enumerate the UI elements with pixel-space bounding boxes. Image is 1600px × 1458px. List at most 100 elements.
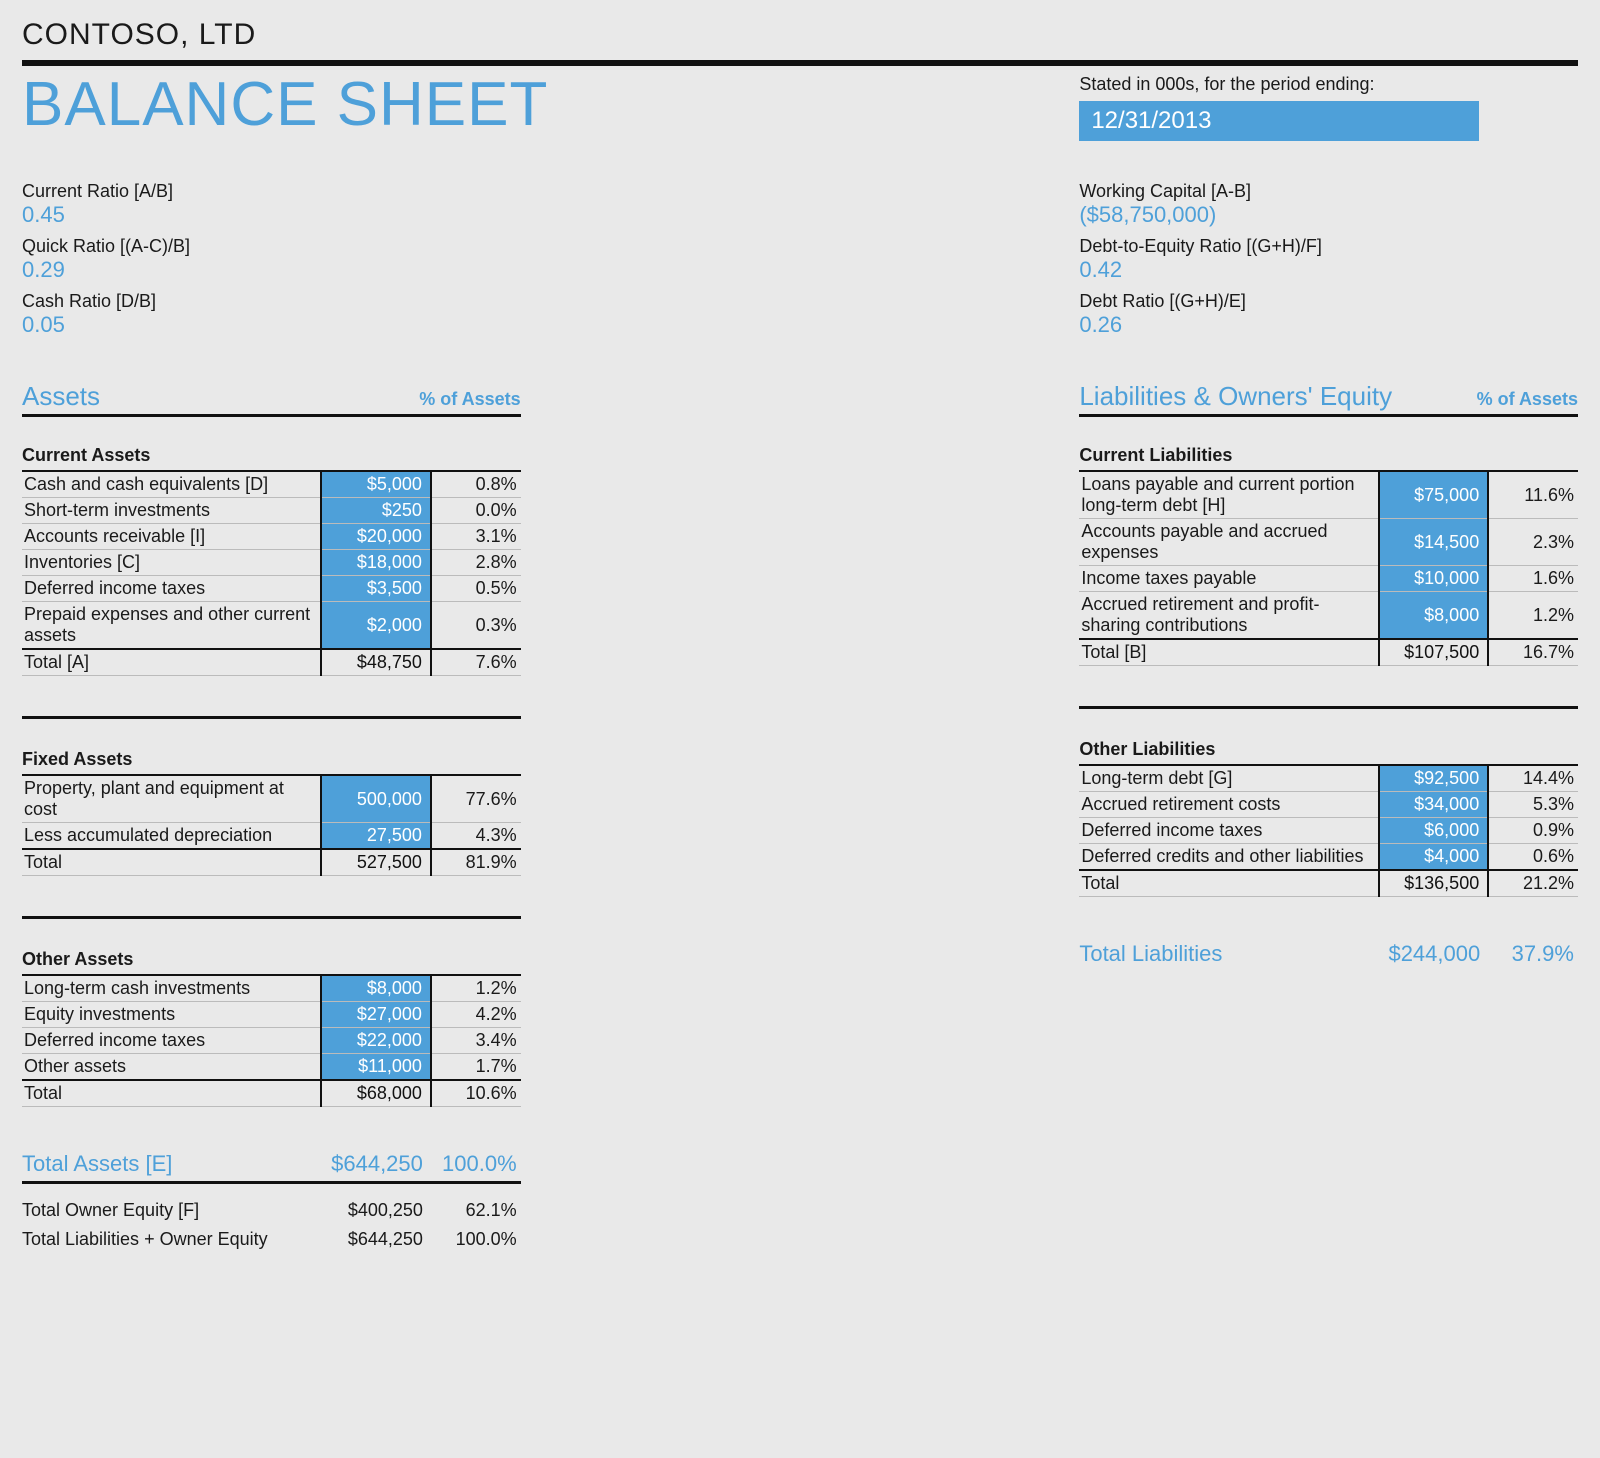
row-pct: 0.3%	[431, 602, 521, 650]
total-label: Total	[1079, 870, 1378, 897]
group-heading-pct	[431, 943, 521, 975]
row-value[interactable]: $34,000	[1379, 792, 1489, 818]
group-heading-val	[1379, 439, 1489, 471]
row-label: Long-term debt [G]	[1079, 765, 1378, 792]
row-pct: 4.3%	[431, 823, 521, 850]
row-value[interactable]: $14,500	[1379, 519, 1489, 566]
row-value[interactable]: $92,500	[1379, 765, 1489, 792]
ratio-value: 0.26	[1079, 312, 1578, 338]
row-pct: 77.6%	[431, 775, 521, 823]
row-pct: 1.2%	[1488, 592, 1578, 640]
row-label: Cash and cash equivalents [D]	[22, 471, 321, 498]
ratio-label: Cash Ratio [D/B]	[22, 291, 521, 312]
liab-plus-equity-pct: 100.0%	[431, 1229, 521, 1250]
row-value[interactable]: $3,500	[321, 576, 431, 602]
fin-table: Current LiabilitiesLoans payable and cur…	[1079, 439, 1578, 666]
row-value[interactable]: $2,000	[321, 602, 431, 650]
row-value[interactable]: $11,000	[321, 1054, 431, 1081]
row-label: Prepaid expenses and other current asset…	[22, 602, 321, 650]
header-rule	[22, 60, 1578, 66]
group-heading-pct	[1488, 733, 1578, 765]
row-label: Deferred income taxes	[22, 1028, 321, 1054]
total-assets-pct: 100.0%	[431, 1151, 521, 1177]
owner-equity-pct: 62.1%	[431, 1200, 521, 1221]
group-heading: Fixed Assets	[22, 743, 321, 775]
group-heading-val	[321, 943, 431, 975]
row-label: Long-term cash investments	[22, 975, 321, 1002]
ratio-value: 0.45	[22, 202, 521, 228]
table-row: Accounts payable and accrued expenses$14…	[1079, 519, 1578, 566]
company-name: CONTOSO, LTD	[22, 18, 1578, 52]
liab-plus-equity-value: $644,250	[321, 1229, 431, 1250]
row-value[interactable]: $22,000	[321, 1028, 431, 1054]
row-value[interactable]: $27,000	[321, 1002, 431, 1028]
ratio-value: 0.29	[22, 257, 521, 283]
group-heading: Current Liabilities	[1079, 439, 1378, 471]
row-label: Short-term investments	[22, 498, 321, 524]
row-value[interactable]: $5,000	[321, 471, 431, 498]
table-row: Accounts receivable [I]$20,0003.1%	[22, 524, 521, 550]
table-row: Prepaid expenses and other current asset…	[22, 602, 521, 650]
row-value[interactable]: $20,000	[321, 524, 431, 550]
row-label: Accrued retirement costs	[1079, 792, 1378, 818]
liab-plus-equity-row: Total Liabilities + Owner Equity $644,25…	[22, 1225, 521, 1254]
group-heading-pct	[431, 439, 521, 471]
table-row: Long-term debt [G]$92,50014.4%	[1079, 765, 1578, 792]
row-value[interactable]: $18,000	[321, 550, 431, 576]
ratio-label: Current Ratio [A/B]	[22, 181, 521, 202]
row-value[interactable]: $4,000	[1379, 844, 1489, 871]
row-pct: 0.6%	[1488, 844, 1578, 871]
ratio-label: Quick Ratio [(A-C)/B]	[22, 236, 521, 257]
row-label: Accrued retirement and profit-sharing co…	[1079, 592, 1378, 640]
total-pct: 10.6%	[431, 1080, 521, 1107]
total-row: Total$136,50021.2%	[1079, 870, 1578, 897]
ratio-value: ($58,750,000)	[1079, 202, 1578, 228]
table-row: Cash and cash equivalents [D]$5,0000.8%	[22, 471, 521, 498]
total-label: Total [B]	[1079, 639, 1378, 666]
total-label: Total	[22, 1080, 321, 1107]
total-value: $68,000	[321, 1080, 431, 1107]
group-heading: Current Assets	[22, 439, 321, 471]
row-value[interactable]: $8,000	[321, 975, 431, 1002]
row-value[interactable]: $6,000	[1379, 818, 1489, 844]
group-heading: Other Assets	[22, 943, 321, 975]
ratios-right: Working Capital [A-B] ($58,750,000) Debt…	[1079, 181, 1578, 346]
total-assets-value: $644,250	[321, 1151, 431, 1177]
fin-table: Other LiabilitiesLong-term debt [G]$92,5…	[1079, 733, 1578, 897]
row-value[interactable]: $75,000	[1379, 471, 1489, 519]
row-label: Accounts receivable [I]	[22, 524, 321, 550]
ratio-value: 0.05	[22, 312, 521, 338]
group-heading-val	[1379, 733, 1489, 765]
pct-heading: % of Assets	[419, 389, 520, 410]
row-value[interactable]: $250	[321, 498, 431, 524]
assets-heading: Assets	[22, 381, 100, 412]
page-title: BALANCE SHEET	[22, 74, 1049, 136]
liabilities-heading: Liabilities & Owners' Equity	[1079, 381, 1392, 412]
row-value[interactable]: 27,500	[321, 823, 431, 850]
fin-table: Current AssetsCash and cash equivalents …	[22, 439, 521, 676]
period-value[interactable]: 12/31/2013	[1079, 101, 1479, 141]
ratio-item: Quick Ratio [(A-C)/B] 0.29	[22, 236, 521, 283]
total-liabilities-row: Total Liabilities $244,000 37.9%	[1079, 937, 1578, 971]
total-liabilities-pct: 37.9%	[1488, 941, 1578, 967]
row-pct: 3.4%	[431, 1028, 521, 1054]
ratio-item: Current Ratio [A/B] 0.45	[22, 181, 521, 228]
total-pct: 16.7%	[1488, 639, 1578, 666]
row-label: Property, plant and equipment at cost	[22, 775, 321, 823]
table-row: Accrued retirement costs$34,0005.3%	[1079, 792, 1578, 818]
row-label: Deferred income taxes	[22, 576, 321, 602]
row-value[interactable]: $10,000	[1379, 566, 1489, 592]
total-label: Total [A]	[22, 649, 321, 676]
row-label: Equity investments	[22, 1002, 321, 1028]
table-row: Deferred income taxes$22,0003.4%	[22, 1028, 521, 1054]
row-label: Loans payable and current portion long-t…	[1079, 471, 1378, 519]
row-value[interactable]: $8,000	[1379, 592, 1489, 640]
fin-table: Fixed AssetsProperty, plant and equipmen…	[22, 743, 521, 876]
row-value[interactable]: 500,000	[321, 775, 431, 823]
row-pct: 1.6%	[1488, 566, 1578, 592]
total-value: $107,500	[1379, 639, 1489, 666]
row-pct: 0.9%	[1488, 818, 1578, 844]
table-row: Loans payable and current portion long-t…	[1079, 471, 1578, 519]
row-pct: 3.1%	[431, 524, 521, 550]
total-value: 527,500	[321, 849, 431, 876]
